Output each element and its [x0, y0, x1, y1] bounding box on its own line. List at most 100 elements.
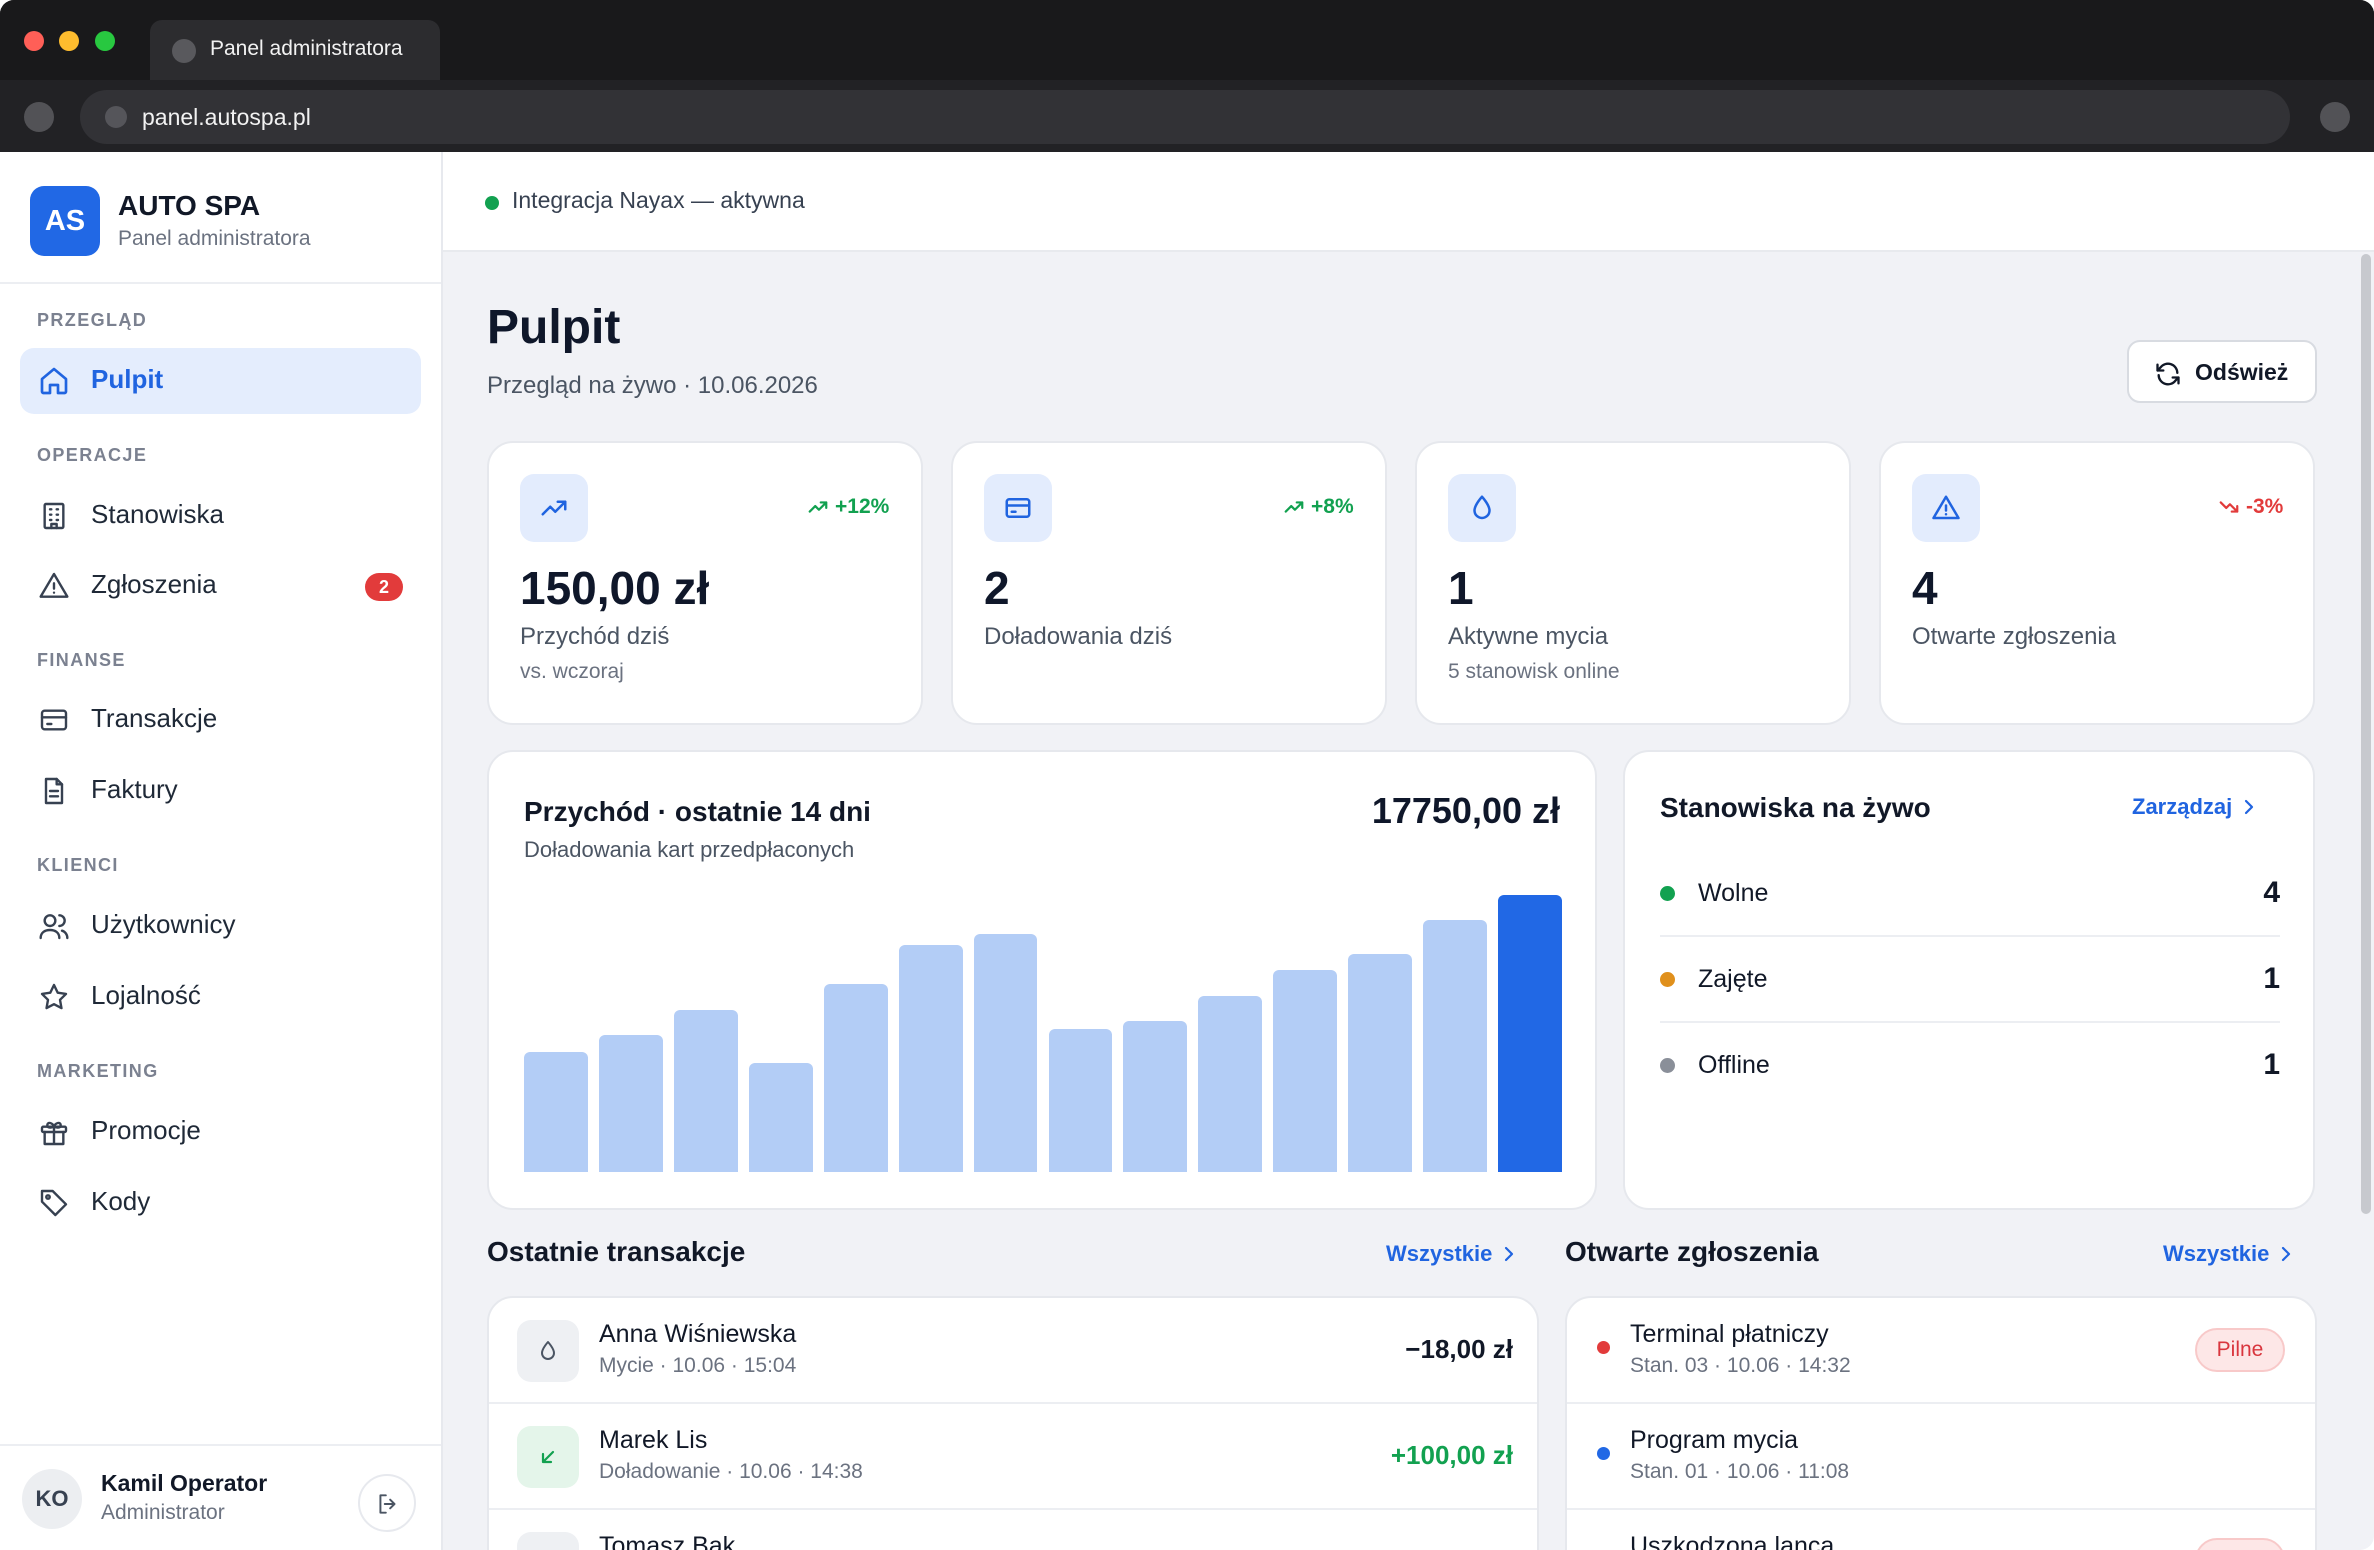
transaction-icon-box — [517, 1532, 579, 1550]
kpi-label: Otwarte zgłoszenia — [1912, 623, 2117, 650]
revenue-bar[interactable] — [898, 945, 963, 1172]
sidebar-item-label: Kody — [91, 1186, 151, 1216]
browser-chrome: Panel administratora panel.autospa.pl — [0, 0, 2374, 152]
revenue-bar[interactable] — [748, 1062, 813, 1172]
issues-list: Terminal płatniczy Stan. 03 · 10.06 · 14… — [1565, 1296, 2317, 1550]
user-name: Kamil Operator — [101, 1470, 268, 1496]
issue-meta: Stan. 03 · 10.06 · 14:32 — [1630, 1354, 1851, 1377]
notification-badge: 2 — [365, 573, 403, 601]
sidebar-item-label: Stanowiska — [91, 499, 224, 529]
sidebar-item-stanowiska[interactable]: Stanowiska — [20, 483, 421, 549]
station-status-row-free[interactable]: Wolne 4 — [1660, 851, 2280, 937]
revenue-bar[interactable] — [973, 934, 1038, 1172]
issue-priority-dot — [1597, 1341, 1610, 1354]
kpi-icon-box — [520, 474, 588, 542]
kpi-label: Doładowania dziś — [984, 623, 1173, 650]
kpi-value: 2 — [984, 562, 1010, 614]
url-text: panel.autospa.pl — [142, 104, 311, 130]
avatar[interactable]: KO — [22, 1469, 82, 1529]
transaction-name: Anna Wiśniewska — [599, 1320, 797, 1348]
site-info-icon[interactable] — [105, 106, 127, 128]
trend-up-icon — [1284, 501, 1304, 513]
browser-tab[interactable]: Panel administratora — [150, 20, 440, 80]
transaction-meta: Doładowanie · 10.06 · 14:38 — [599, 1460, 863, 1483]
transactions-all-link[interactable]: Wszystkie — [1386, 1241, 1516, 1267]
home-icon — [40, 367, 68, 395]
transaction-name: Marek Lis — [599, 1426, 708, 1454]
kpi-subtext: 5 stanowisk online — [1448, 660, 1620, 683]
revenue-bar[interactable] — [598, 1034, 663, 1172]
kpi-card-revenue: +12% 150,00 zł Przychód dziś vs. wczoraj — [487, 441, 923, 725]
sidebar-item-promocje[interactable]: Promocje — [20, 1099, 421, 1165]
sidebar-item-label: Promocje — [91, 1115, 201, 1145]
main-content: Integracja Nayax — aktywna Pulpit Przegl… — [443, 152, 2374, 1550]
logout-button[interactable] — [358, 1474, 416, 1532]
issue-name: Terminal płatniczy — [1630, 1320, 1829, 1348]
browser-menu-button[interactable] — [2320, 102, 2350, 132]
kpi-card-topups: +8% 2 Doładowania dziś — [951, 441, 1387, 725]
station-status-row-busy[interactable]: Zajęte 1 — [1660, 937, 2280, 1023]
minimize-window-button[interactable] — [59, 31, 79, 51]
station-status-label: Zajęte — [1698, 965, 1768, 993]
back-button[interactable] — [24, 102, 54, 132]
issue-row[interactable]: Program mycia Stan. 01 · 10.06 · 11:08 — [1567, 1404, 2315, 1510]
sidebar-item-pulpit[interactable]: Pulpit — [20, 348, 421, 414]
brand-subtitle: Panel administratora — [118, 227, 311, 250]
live-stations-title: Stanowiska na żywo — [1660, 792, 1931, 823]
sidebar-item-lojalnosc[interactable]: Lojalność — [20, 964, 421, 1030]
revenue-bar[interactable] — [1348, 953, 1413, 1172]
revenue-bar[interactable] — [1423, 920, 1488, 1172]
address-bar[interactable]: panel.autospa.pl — [80, 90, 2290, 144]
sidebar-divider — [0, 282, 441, 284]
station-status-row-offline[interactable]: Offline 1 — [1660, 1023, 2280, 1109]
trending-up-icon — [541, 500, 567, 516]
transactions-list: Anna Wiśniewska Mycie · 10.06 · 15:04 −1… — [487, 1296, 1539, 1550]
issue-row[interactable]: Terminal płatniczy Stan. 03 · 10.06 · 14… — [1567, 1298, 2315, 1404]
kpi-trend-value: +12% — [835, 495, 890, 518]
integration-status: Integracja Nayax — aktywna — [512, 187, 805, 213]
chart-total: 17750,00 zł — [1371, 790, 1560, 831]
close-window-button[interactable] — [24, 31, 44, 51]
alert-triangle-icon — [39, 572, 69, 598]
kpi-value: 150,00 zł — [520, 562, 710, 614]
sidebar-item-label: Faktury — [91, 774, 178, 804]
manage-link[interactable]: Zarządzaj — [2132, 794, 2256, 820]
issue-priority-dot — [1597, 1447, 1610, 1460]
revenue-bar[interactable] — [1123, 1020, 1188, 1172]
kpi-label: Aktywne mycia — [1448, 623, 1609, 650]
sidebar-item-faktury[interactable]: Faktury — [20, 758, 421, 824]
status-dot — [1660, 972, 1675, 987]
issue-name: Uszkodzona lanca — [1630, 1532, 1835, 1550]
maximize-window-button[interactable] — [95, 31, 115, 51]
status-dot — [1660, 1058, 1675, 1073]
transaction-icon-box — [517, 1426, 579, 1488]
sidebar-item-zgloszenia[interactable]: Zgłoszenia 2 — [20, 553, 421, 619]
urgent-badge: Pilne — [2195, 1328, 2285, 1372]
revenue-bar[interactable] — [673, 1009, 738, 1172]
revenue-bar[interactable] — [823, 984, 888, 1172]
building-icon — [43, 502, 65, 530]
revenue-bar[interactable] — [1198, 995, 1263, 1172]
scrollbar[interactable] — [2361, 254, 2371, 1214]
sidebar-section-finanse: FINANSE — [37, 650, 126, 670]
refresh-button[interactable]: Odśwież — [2127, 340, 2317, 403]
revenue-bar-chart — [524, 892, 1562, 1172]
kpi-card-open-issues: -3% 4 Otwarte zgłoszenia — [1879, 441, 2315, 725]
kpi-trend-value: +8% — [1311, 495, 1354, 518]
sidebar-item-uzytkownicy[interactable]: Użytkownicy — [20, 893, 421, 959]
chevron-right-icon — [2282, 1246, 2291, 1262]
sidebar-item-kody[interactable]: Kody — [20, 1170, 421, 1236]
revenue-bar[interactable] — [1498, 894, 1562, 1172]
revenue-bar[interactable] — [1273, 970, 1338, 1172]
sidebar-item-transakcje[interactable]: Transakcje — [20, 687, 421, 753]
revenue-bar[interactable] — [524, 1051, 588, 1172]
issues-all-link[interactable]: Wszystkie — [2163, 1241, 2293, 1267]
issues-title: Otwarte zgłoszenia — [1565, 1236, 1819, 1267]
transaction-row[interactable]: Anna Wiśniewska Mycie · 10.06 · 15:04 −1… — [489, 1298, 1537, 1404]
kpi-icon-box — [1912, 474, 1980, 542]
revenue-bar[interactable] — [1048, 1029, 1113, 1172]
gift-icon — [40, 1121, 68, 1146]
transaction-row[interactable]: Tomasz Bąk — [489, 1510, 1537, 1550]
issue-row[interactable]: Uszkodzona lanca Pilne — [1567, 1510, 2315, 1550]
transaction-row[interactable]: Marek Lis Doładowanie · 10.06 · 14:38 +1… — [489, 1404, 1537, 1510]
